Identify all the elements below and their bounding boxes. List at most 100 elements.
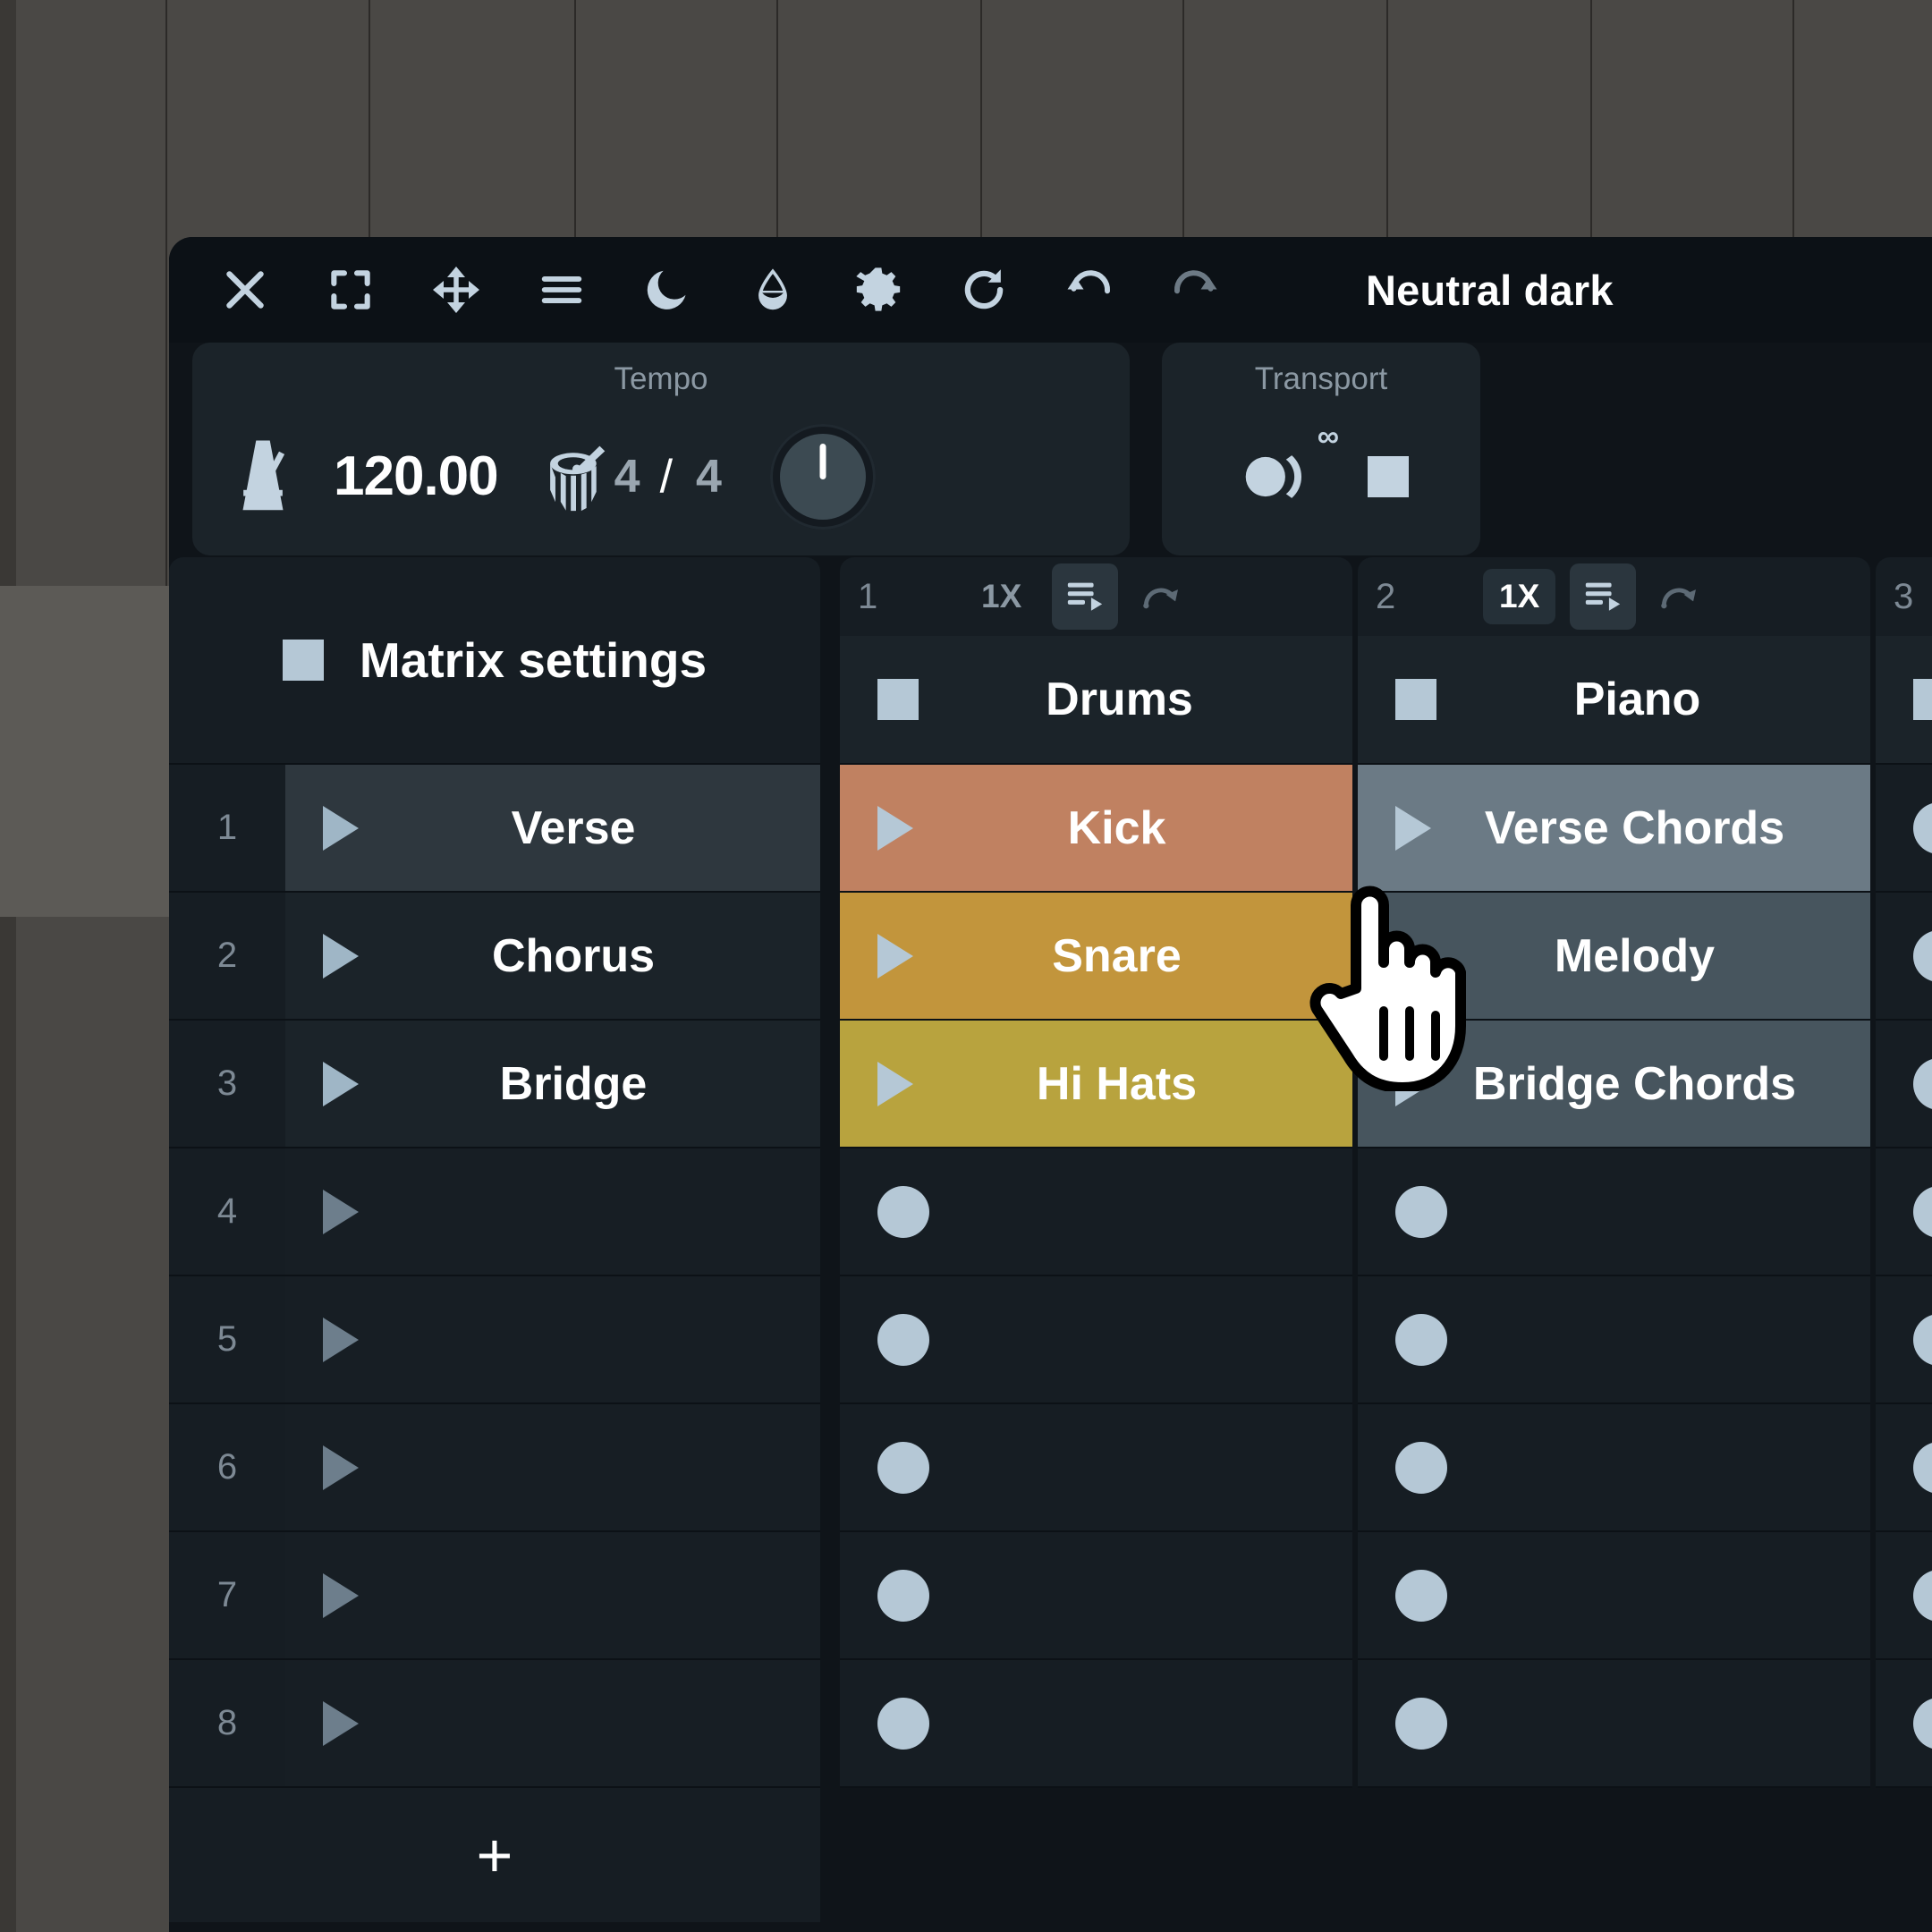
- bpm-value[interactable]: 120.00: [334, 445, 499, 508]
- scene-play-icon[interactable]: [323, 1445, 359, 1490]
- track-header[interactable]: Drums: [840, 636, 1352, 765]
- clip-slot-empty[interactable]: [1358, 1276, 1870, 1404]
- empty-slot-dot[interactable]: [1913, 1697, 1932, 1750]
- moon-icon[interactable]: [614, 245, 720, 335]
- metronome-icon[interactable]: [228, 436, 298, 517]
- track-header[interactable]: [1876, 636, 1932, 765]
- scene-row[interactable]: 8: [169, 1660, 820, 1788]
- empty-slot-dot[interactable]: [1913, 1441, 1932, 1494]
- clip-slot-empty[interactable]: [840, 1660, 1352, 1788]
- drum-icon[interactable]: [538, 441, 614, 513]
- clip-slot[interactable]: Snare: [840, 893, 1352, 1021]
- queue-next-icon[interactable]: [1570, 564, 1637, 630]
- clip-slot-empty[interactable]: [840, 1148, 1352, 1276]
- scene-play-icon[interactable]: [323, 1700, 359, 1746]
- empty-slot-dot[interactable]: [1395, 1441, 1447, 1494]
- stop-square-icon[interactable]: [877, 679, 919, 720]
- fullscreen-icon[interactable]: [298, 245, 403, 335]
- time-signature-denominator[interactable]: 4: [696, 450, 722, 504]
- droplet-icon[interactable]: [720, 245, 826, 335]
- empty-slot-dot[interactable]: [877, 1569, 929, 1622]
- clip-slot-empty[interactable]: [1876, 1021, 1932, 1148]
- clip-play-icon[interactable]: [877, 1061, 913, 1106]
- swing-knob[interactable]: [769, 423, 876, 530]
- empty-slot-dot[interactable]: [1913, 801, 1932, 854]
- menu-icon[interactable]: [509, 245, 614, 335]
- empty-slot-dot[interactable]: [1395, 1569, 1447, 1622]
- undo-icon[interactable]: [1037, 245, 1142, 335]
- scene-row[interactable]: 7: [169, 1532, 820, 1660]
- stop-icon[interactable]: [1368, 455, 1409, 497]
- clip-slot-empty[interactable]: [840, 1532, 1352, 1660]
- scene-body[interactable]: Chorus: [285, 893, 820, 1019]
- clip-play-icon[interactable]: [877, 805, 913, 851]
- scene-play-icon[interactable]: [323, 805, 359, 851]
- scene-play-icon[interactable]: [323, 1189, 359, 1234]
- clip-slot[interactable]: Hi Hats: [840, 1021, 1352, 1148]
- empty-slot-dot[interactable]: [1395, 1313, 1447, 1366]
- scene-body[interactable]: Verse: [285, 765, 820, 891]
- clip-slot-empty[interactable]: [840, 1404, 1352, 1532]
- clip-slot-empty[interactable]: [1358, 1532, 1870, 1660]
- stop-square-icon[interactable]: [1395, 679, 1436, 720]
- clip-play-icon[interactable]: [1395, 1061, 1431, 1106]
- move-icon[interactable]: [403, 245, 509, 335]
- empty-slot-dot[interactable]: [1913, 1313, 1932, 1366]
- empty-slot-dot[interactable]: [877, 1185, 929, 1238]
- clip-slot-empty[interactable]: [1358, 1404, 1870, 1532]
- scene-play-icon[interactable]: [323, 1061, 359, 1106]
- clip-slot[interactable]: Melody: [1358, 893, 1870, 1021]
- track-header[interactable]: Piano: [1358, 636, 1870, 765]
- clip-play-icon[interactable]: [1395, 933, 1431, 979]
- clip-slot-empty[interactable]: [840, 1276, 1352, 1404]
- clip-slot-empty[interactable]: [1876, 1276, 1932, 1404]
- scene-row[interactable]: 3 Bridge: [169, 1021, 820, 1148]
- queue-next-icon[interactable]: [1052, 564, 1119, 630]
- clip-slot-empty[interactable]: [1876, 1404, 1932, 1532]
- empty-slot-dot[interactable]: [877, 1697, 929, 1750]
- empty-slot-dot[interactable]: [1913, 1057, 1932, 1110]
- scene-body[interactable]: [285, 1532, 820, 1658]
- clip-slot-empty[interactable]: [1358, 1660, 1870, 1788]
- stop-square-icon[interactable]: [1913, 679, 1932, 720]
- scene-body[interactable]: Bridge: [285, 1021, 820, 1147]
- clip-slot-empty[interactable]: [1876, 1532, 1932, 1660]
- scene-play-icon[interactable]: [323, 1317, 359, 1362]
- scene-body[interactable]: [285, 1660, 820, 1786]
- time-signature-numerator[interactable]: 4: [614, 450, 640, 504]
- scene-body[interactable]: [285, 1148, 820, 1275]
- clip-slot[interactable]: Bridge Chords: [1358, 1021, 1870, 1148]
- close-icon[interactable]: [192, 245, 298, 335]
- clip-play-icon[interactable]: [1395, 805, 1431, 851]
- add-scene-button[interactable]: +: [169, 1788, 820, 1922]
- scene-play-icon[interactable]: [323, 933, 359, 979]
- scene-body[interactable]: [285, 1404, 820, 1530]
- clip-slot-empty[interactable]: [1876, 893, 1932, 1021]
- empty-slot-dot[interactable]: [1395, 1697, 1447, 1750]
- gear-icon[interactable]: [826, 245, 931, 335]
- clip-slot-empty[interactable]: [1358, 1148, 1870, 1276]
- matrix-settings-row[interactable]: Matrix settings: [169, 557, 820, 765]
- scene-row[interactable]: 1 Verse: [169, 765, 820, 893]
- redo-icon[interactable]: [1142, 245, 1248, 335]
- track-rate-badge[interactable]: 1X: [965, 569, 1038, 624]
- clip-slot[interactable]: Kick: [840, 765, 1352, 893]
- empty-slot-dot[interactable]: [1913, 1569, 1932, 1622]
- scene-body[interactable]: [285, 1276, 820, 1402]
- empty-slot-dot[interactable]: [1913, 1185, 1932, 1238]
- empty-slot-dot[interactable]: [1395, 1185, 1447, 1238]
- clip-slot[interactable]: Verse Chords: [1358, 765, 1870, 893]
- scene-row[interactable]: 6: [169, 1404, 820, 1532]
- clip-slot-empty[interactable]: [1876, 1148, 1932, 1276]
- empty-slot-dot[interactable]: [877, 1441, 929, 1494]
- retrigger-icon[interactable]: [1127, 564, 1193, 630]
- empty-slot-dot[interactable]: [1913, 929, 1932, 982]
- stop-square-icon[interactable]: [282, 640, 324, 681]
- record-icon[interactable]: ∞: [1233, 421, 1339, 505]
- reload-icon[interactable]: [931, 245, 1037, 335]
- scene-row[interactable]: 2 Chorus: [169, 893, 820, 1021]
- scene-play-icon[interactable]: [323, 1572, 359, 1618]
- clip-slot-empty[interactable]: [1876, 1660, 1932, 1788]
- retrigger-icon[interactable]: [1645, 564, 1711, 630]
- empty-slot-dot[interactable]: [877, 1313, 929, 1366]
